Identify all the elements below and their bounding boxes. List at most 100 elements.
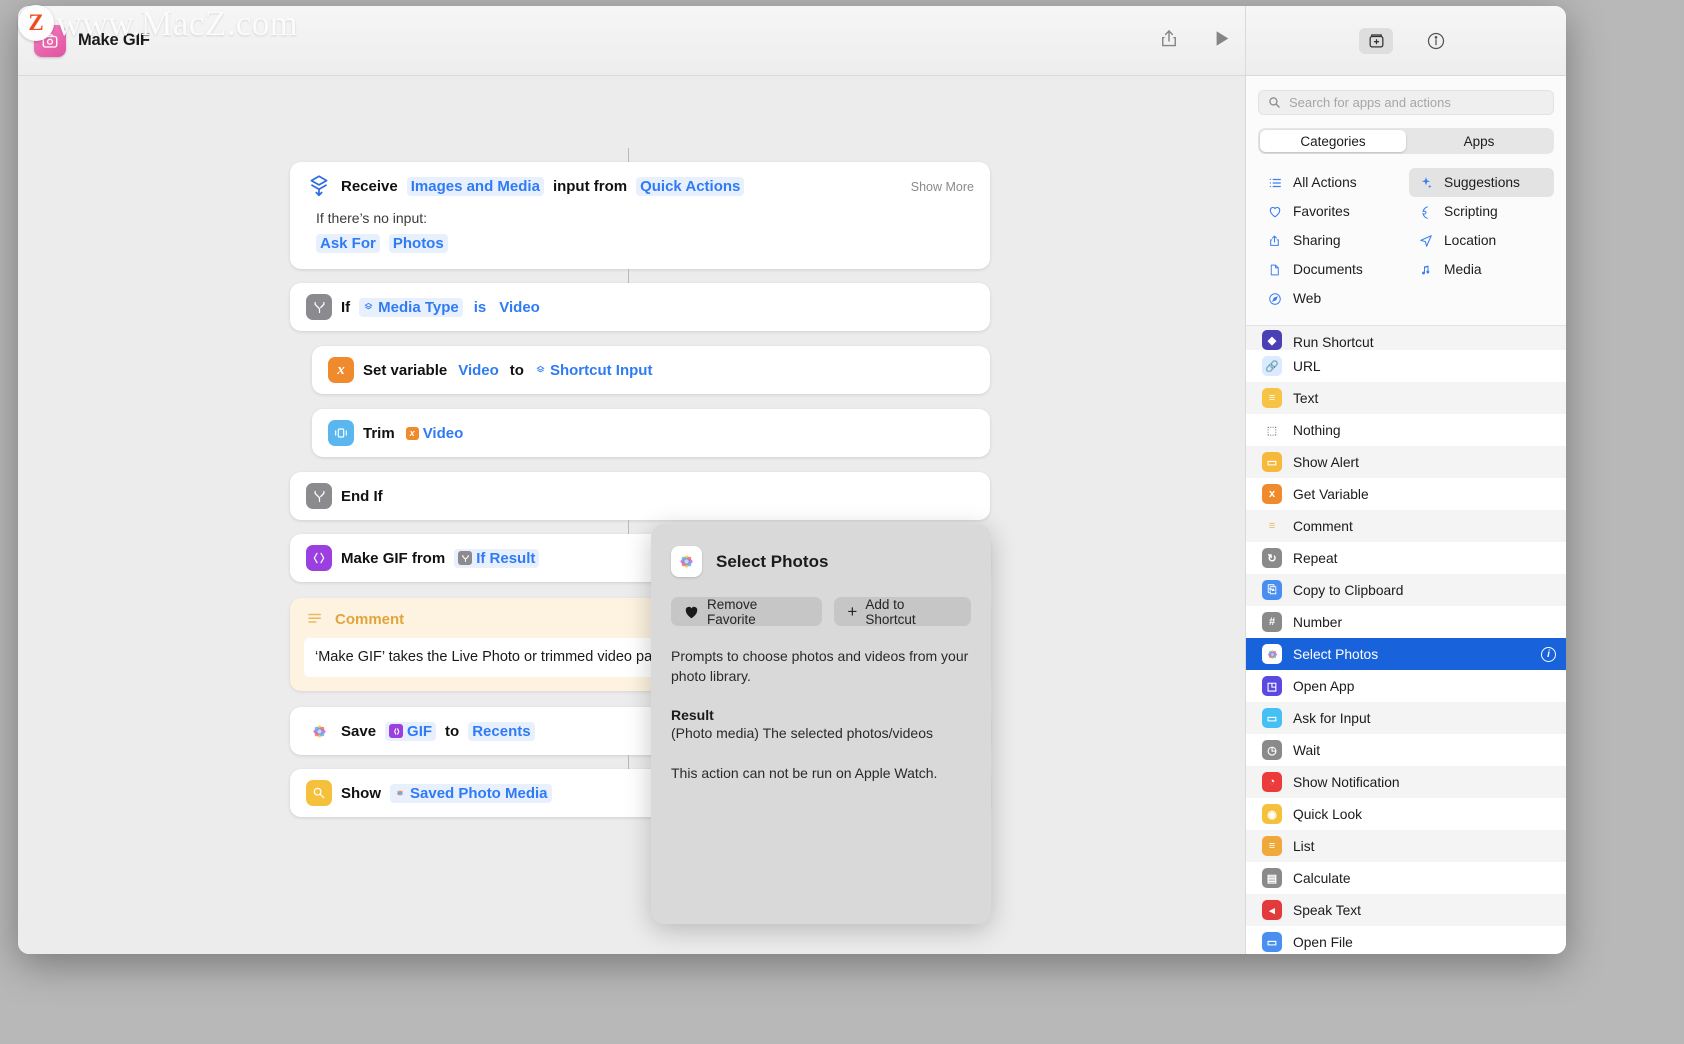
remove-favorite-button[interactable]: Remove Favorite [671, 597, 823, 627]
share-icon[interactable] [1159, 27, 1179, 54]
compass-icon [1266, 292, 1283, 306]
category-suggestions[interactable]: Suggestions [1409, 168, 1554, 197]
search-icon [1268, 96, 1281, 109]
step-label: Set variable [363, 361, 448, 379]
tab-apps[interactable]: Apps [1406, 130, 1552, 152]
step-set-variable[interactable]: x Set variable Video to Shortcut Input [312, 346, 990, 394]
token-images-and-media[interactable]: Images and Media [406, 176, 544, 196]
token-is[interactable]: is [472, 298, 489, 317]
step-label: Save [341, 722, 377, 740]
action-row[interactable]: ≡ List [1246, 830, 1566, 862]
action-row[interactable]: ⎘ Copy to Clipboard [1246, 574, 1566, 606]
category-sharing[interactable]: Sharing [1258, 226, 1403, 255]
action-row[interactable]: ▭ Open File [1246, 926, 1566, 954]
notification-icon: ◔ [1262, 772, 1282, 792]
step-label-2: input from [552, 177, 628, 195]
action-row[interactable]: ≡ Comment [1246, 510, 1566, 542]
action-label: Copy to Clipboard [1293, 582, 1404, 598]
heart-filled-icon [684, 605, 699, 619]
token-video-trim[interactable]: x Video [404, 424, 466, 443]
step-receive[interactable]: Receive Images and Media input from Quic… [290, 162, 990, 269]
action-row[interactable]: ◂ Speak Text [1246, 894, 1566, 926]
action-info-icon[interactable]: i [1541, 646, 1556, 662]
category-media[interactable]: Media [1409, 255, 1554, 284]
action-row[interactable]: # Number [1246, 606, 1566, 638]
action-row[interactable]: ◳ Open App [1246, 670, 1566, 702]
show-more-receive[interactable]: Show More [911, 180, 974, 194]
category-location[interactable]: Location [1409, 226, 1554, 255]
make-gif-icon [306, 545, 332, 571]
action-row[interactable]: ↻ Repeat [1246, 542, 1566, 574]
action-label: Repeat [1293, 550, 1338, 566]
workflow-canvas[interactable]: Receive Images and Media input from Quic… [18, 76, 1245, 954]
shortcuts-window: Make GIF Receive Images and Media input … [18, 6, 1566, 954]
token-if-result[interactable]: If Result [454, 548, 540, 568]
step-end-if[interactable]: End If [290, 472, 990, 520]
action-label: Quick Look [1293, 806, 1363, 822]
action-row[interactable]: ≡ Text [1246, 382, 1566, 414]
quick-look-icon [306, 780, 332, 807]
action-row[interactable]: ▤ Calculate [1246, 862, 1566, 894]
action-row[interactable]: ◉ Quick Look [1246, 798, 1566, 830]
music-note-icon [1417, 263, 1434, 277]
action-row[interactable]: ▭ Show Alert [1246, 446, 1566, 478]
action-row[interactable]: x Get Variable [1246, 478, 1566, 510]
action-library-sidebar: Categories Apps All Actions Suggestions [1245, 76, 1566, 954]
action-row[interactable]: ◷ Wait [1246, 734, 1566, 766]
token-shortcut-input[interactable]: Shortcut Input [533, 361, 654, 380]
category-documents[interactable]: Documents [1258, 255, 1403, 284]
repeat-icon: ↻ [1262, 548, 1282, 568]
token-video-cond[interactable]: Video [497, 298, 542, 317]
step-label: End If [341, 487, 383, 505]
location-arrow-icon [1417, 234, 1434, 248]
token-video-var[interactable]: Video [456, 361, 501, 380]
token-recents[interactable]: Recents [468, 721, 535, 741]
step-trim[interactable]: Trim x Video [312, 409, 990, 457]
token-saved-photo-media[interactable]: Saved Photo Media [390, 783, 552, 803]
action-library-icon[interactable] [1359, 27, 1393, 54]
category-scripting[interactable]: Scripting [1409, 197, 1554, 226]
tab-categories[interactable]: Categories [1260, 130, 1406, 152]
step-label-2: to [509, 361, 524, 379]
popover-note: This action can not be run on Apple Watc… [671, 764, 938, 781]
category-all-actions[interactable]: All Actions [1258, 168, 1403, 197]
action-info-popover[interactable]: Select Photos Remove Favorite + Add to S… [651, 524, 991, 924]
step-label: Show [341, 784, 381, 802]
category-favorites[interactable]: Favorites [1258, 197, 1403, 226]
action-row[interactable]: Select Photos i [1246, 638, 1566, 670]
action-row[interactable]: ⬚ Nothing [1246, 414, 1566, 446]
action-row[interactable]: ▭ Ask for Input [1246, 702, 1566, 734]
add-to-shortcut-button[interactable]: + Add to Shortcut [834, 597, 971, 627]
action-label: Show Alert [1293, 454, 1359, 470]
if-branch-icon [306, 483, 332, 509]
search-field[interactable] [1258, 90, 1554, 115]
action-row[interactable]: ◔ Show Notification [1246, 766, 1566, 798]
action-label: Get Variable [1293, 486, 1369, 502]
step-if[interactable]: If Media Type is Video [290, 283, 990, 331]
action-row[interactable]: ◆ Run Shortcut [1246, 326, 1566, 350]
alert-icon: ▭ [1262, 452, 1282, 472]
actions-list[interactable]: ◆ Run Shortcut 🔗 URL ≡ Text ⬚ Nothing ▭ Show Aler… [1246, 326, 1566, 954]
token-gif[interactable]: GIF [385, 721, 437, 741]
action-row[interactable]: 🔗 URL [1246, 350, 1566, 382]
token-media-type[interactable]: Media Type [359, 297, 463, 317]
info-circle-icon[interactable] [1419, 28, 1453, 54]
sparkles-icon [1417, 176, 1434, 190]
variable-icon: x [1262, 484, 1282, 504]
token-ask-for[interactable]: Ask For [316, 234, 380, 253]
play-icon[interactable] [1213, 28, 1231, 53]
clock-icon: ◷ [1262, 740, 1282, 760]
category-label: Documents [1293, 262, 1363, 277]
popover-description: Prompts to choose photos and videos from… [671, 648, 969, 685]
search-input[interactable] [1289, 95, 1544, 110]
window-body: Receive Images and Media input from Quic… [18, 76, 1566, 954]
action-label: Open File [1293, 934, 1353, 950]
category-label: Sharing [1293, 233, 1341, 248]
category-web[interactable]: Web [1258, 284, 1403, 313]
popover-header: Select Photos [671, 546, 971, 577]
token-quick-actions[interactable]: Quick Actions [636, 176, 745, 196]
ask-input-icon: ▭ [1262, 708, 1282, 728]
token-photos[interactable]: Photos [388, 234, 448, 253]
action-label: Number [1293, 614, 1343, 630]
token-text: Saved Photo Media [410, 784, 548, 802]
